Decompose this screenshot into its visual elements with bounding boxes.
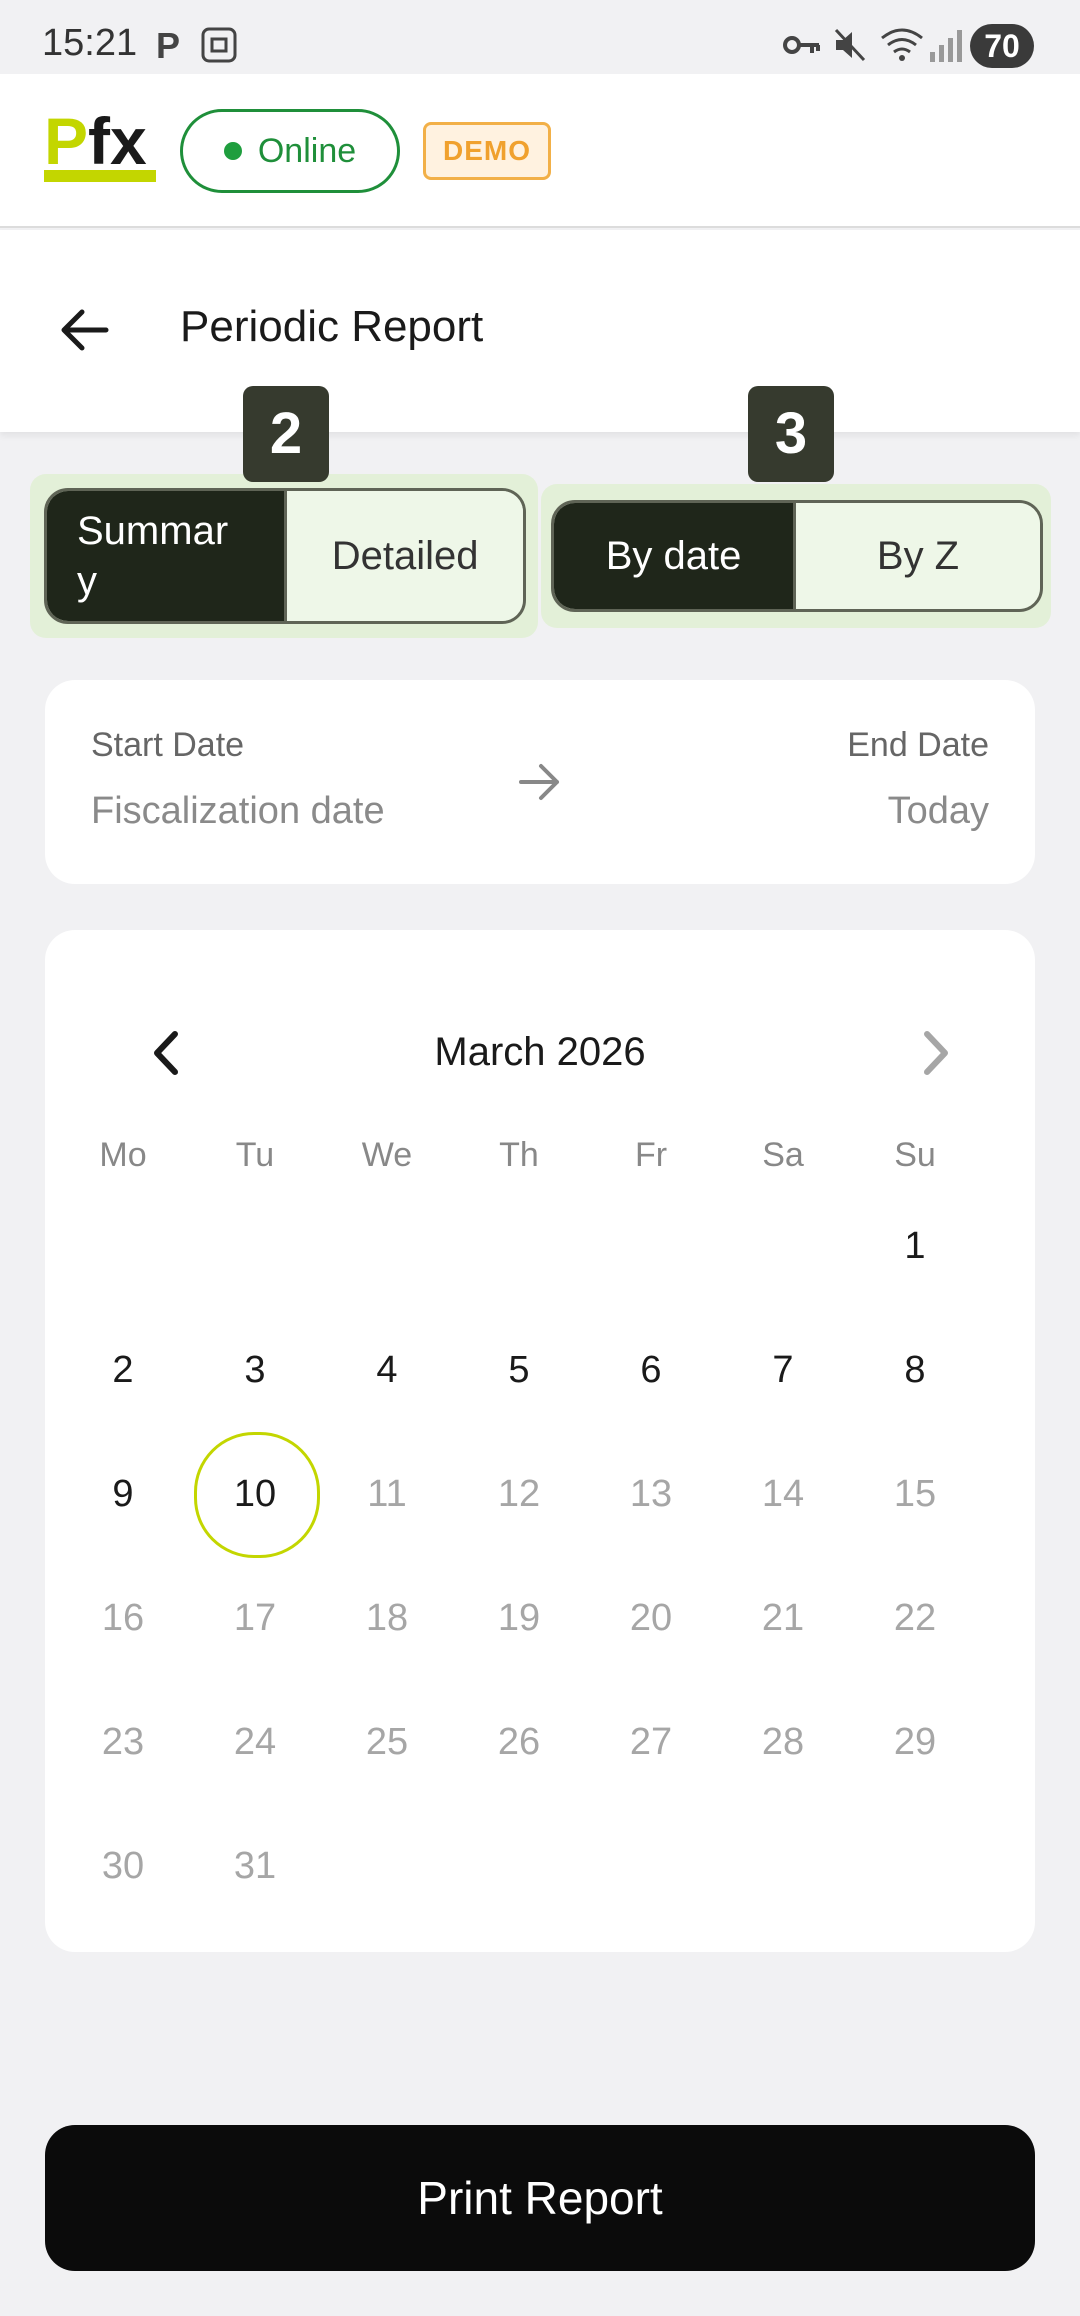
weekday-header: Th	[499, 1136, 539, 1174]
pfx-logo: P fx	[44, 106, 156, 182]
app-bar: P fx Online DEMO	[0, 74, 1080, 228]
calendar-day: 19	[497, 1597, 541, 1639]
calendar-day: 30	[101, 1845, 145, 1887]
screen: 15:21 P 70 P fx Online DEMO Periodic Rep…	[0, 0, 1080, 2316]
calendar-day: 11	[367, 1473, 407, 1515]
calendar-day: 21	[761, 1597, 805, 1639]
summary-option[interactable]: Summar y	[47, 491, 285, 621]
report-type-group: Summar y Detailed	[30, 474, 538, 638]
calendar-day: 31	[233, 1845, 277, 1887]
print-report-button[interactable]: Print Report	[45, 2125, 1035, 2271]
page-title: Periodic Report	[180, 302, 484, 351]
date-range-card: Start Date Fiscalization date End Date T…	[45, 680, 1035, 884]
calendar-day: 14	[761, 1473, 805, 1515]
end-date-value: Today	[887, 790, 989, 832]
calendar-day-today[interactable]: 10	[189, 1432, 321, 1558]
calendar-day: 13	[629, 1473, 673, 1515]
logo-letter-p: P	[44, 104, 89, 178]
page-header: Periodic Report	[0, 230, 1080, 432]
arrow-right-icon	[519, 764, 559, 800]
by-date-option[interactable]: By date	[554, 503, 794, 609]
next-month-button[interactable]	[905, 1018, 965, 1088]
start-date-label: Start Date	[91, 726, 245, 764]
demo-badge: DEMO	[423, 122, 551, 180]
calendar-day: 29	[893, 1721, 937, 1763]
end-date-label: End Date	[847, 726, 989, 764]
calendar-day: 17	[233, 1597, 277, 1639]
calendar-day: 23	[101, 1721, 145, 1763]
calendar-day: 16	[101, 1597, 145, 1639]
range-type-group: By date By Z	[541, 484, 1051, 628]
calendar-day: 12	[497, 1473, 541, 1515]
screenshot-icon	[200, 26, 238, 66]
weekday-header: Mo	[99, 1136, 147, 1174]
back-button[interactable]	[56, 300, 126, 360]
weekday-header: Sa	[762, 1136, 804, 1174]
calendar-day[interactable]: 8	[849, 1308, 981, 1432]
end-date-field[interactable]: End Date Today	[645, 680, 1035, 884]
calendar-day: 27	[629, 1721, 673, 1763]
calendar-day: 20	[629, 1597, 673, 1639]
status-time: 15:21	[42, 22, 138, 64]
calendar-day: 22	[893, 1597, 937, 1639]
logo-letters-fx: fx	[88, 104, 147, 178]
report-type-toggle: Summar y Detailed	[44, 488, 526, 624]
start-date-value: Fiscalization date	[91, 790, 385, 832]
calendar-day[interactable]: 5	[453, 1308, 585, 1432]
weekday-header: Su	[894, 1136, 936, 1174]
calendar-day: 18	[365, 1597, 409, 1639]
calendar-day: 26	[497, 1721, 541, 1763]
calendar-day: 15	[893, 1473, 937, 1515]
by-z-option[interactable]: By Z	[793, 503, 1040, 609]
calendar-day: 25	[365, 1721, 409, 1763]
calendar-day[interactable]: 6	[585, 1308, 717, 1432]
status-bar: 15:21 P 70	[0, 0, 1080, 74]
start-date-field[interactable]: Start Date Fiscalization date	[45, 680, 465, 884]
calendar-day[interactable]: 3	[189, 1308, 321, 1432]
online-status-label: Online	[257, 131, 357, 170]
wifi-icon	[880, 26, 924, 66]
logo-underline	[44, 170, 156, 182]
calendar-day: 24	[233, 1721, 277, 1763]
online-status-pill[interactable]: Online	[180, 109, 400, 193]
calendar-day[interactable]: 9	[57, 1432, 189, 1556]
calendar-day[interactable]: 2	[57, 1308, 189, 1432]
calendar-day: 28	[761, 1721, 805, 1763]
range-type-toggle: By date By Z	[551, 500, 1043, 612]
vpn-key-icon	[782, 26, 822, 66]
battery-indicator: 70	[970, 24, 1034, 68]
step-badge-2: 2	[243, 386, 329, 482]
weekday-header: We	[361, 1136, 413, 1174]
chevron-right-icon	[924, 1031, 948, 1075]
online-dot-icon	[223, 142, 242, 160]
calendar-day[interactable]: 1	[849, 1184, 981, 1308]
parking-icon: P	[156, 25, 181, 66]
weekday-header: Tu	[235, 1136, 275, 1174]
step-badge-3: 3	[748, 386, 834, 482]
weekday-header: Fr	[634, 1136, 668, 1174]
signal-icon	[928, 26, 964, 66]
arrow-left-icon	[61, 309, 109, 351]
mute-icon	[832, 26, 868, 66]
detailed-option[interactable]: Detailed	[284, 491, 523, 621]
calendar-month-title: March 2026	[434, 1030, 646, 1074]
calendar-day[interactable]: 4	[321, 1308, 453, 1432]
calendar-day[interactable]: 7	[717, 1308, 849, 1432]
calendar-card: March 2026 Mo Tu We Th Fr Sa Su 1 2 3 4 5 6 7 8 9 10 11 12…	[45, 930, 1035, 1952]
